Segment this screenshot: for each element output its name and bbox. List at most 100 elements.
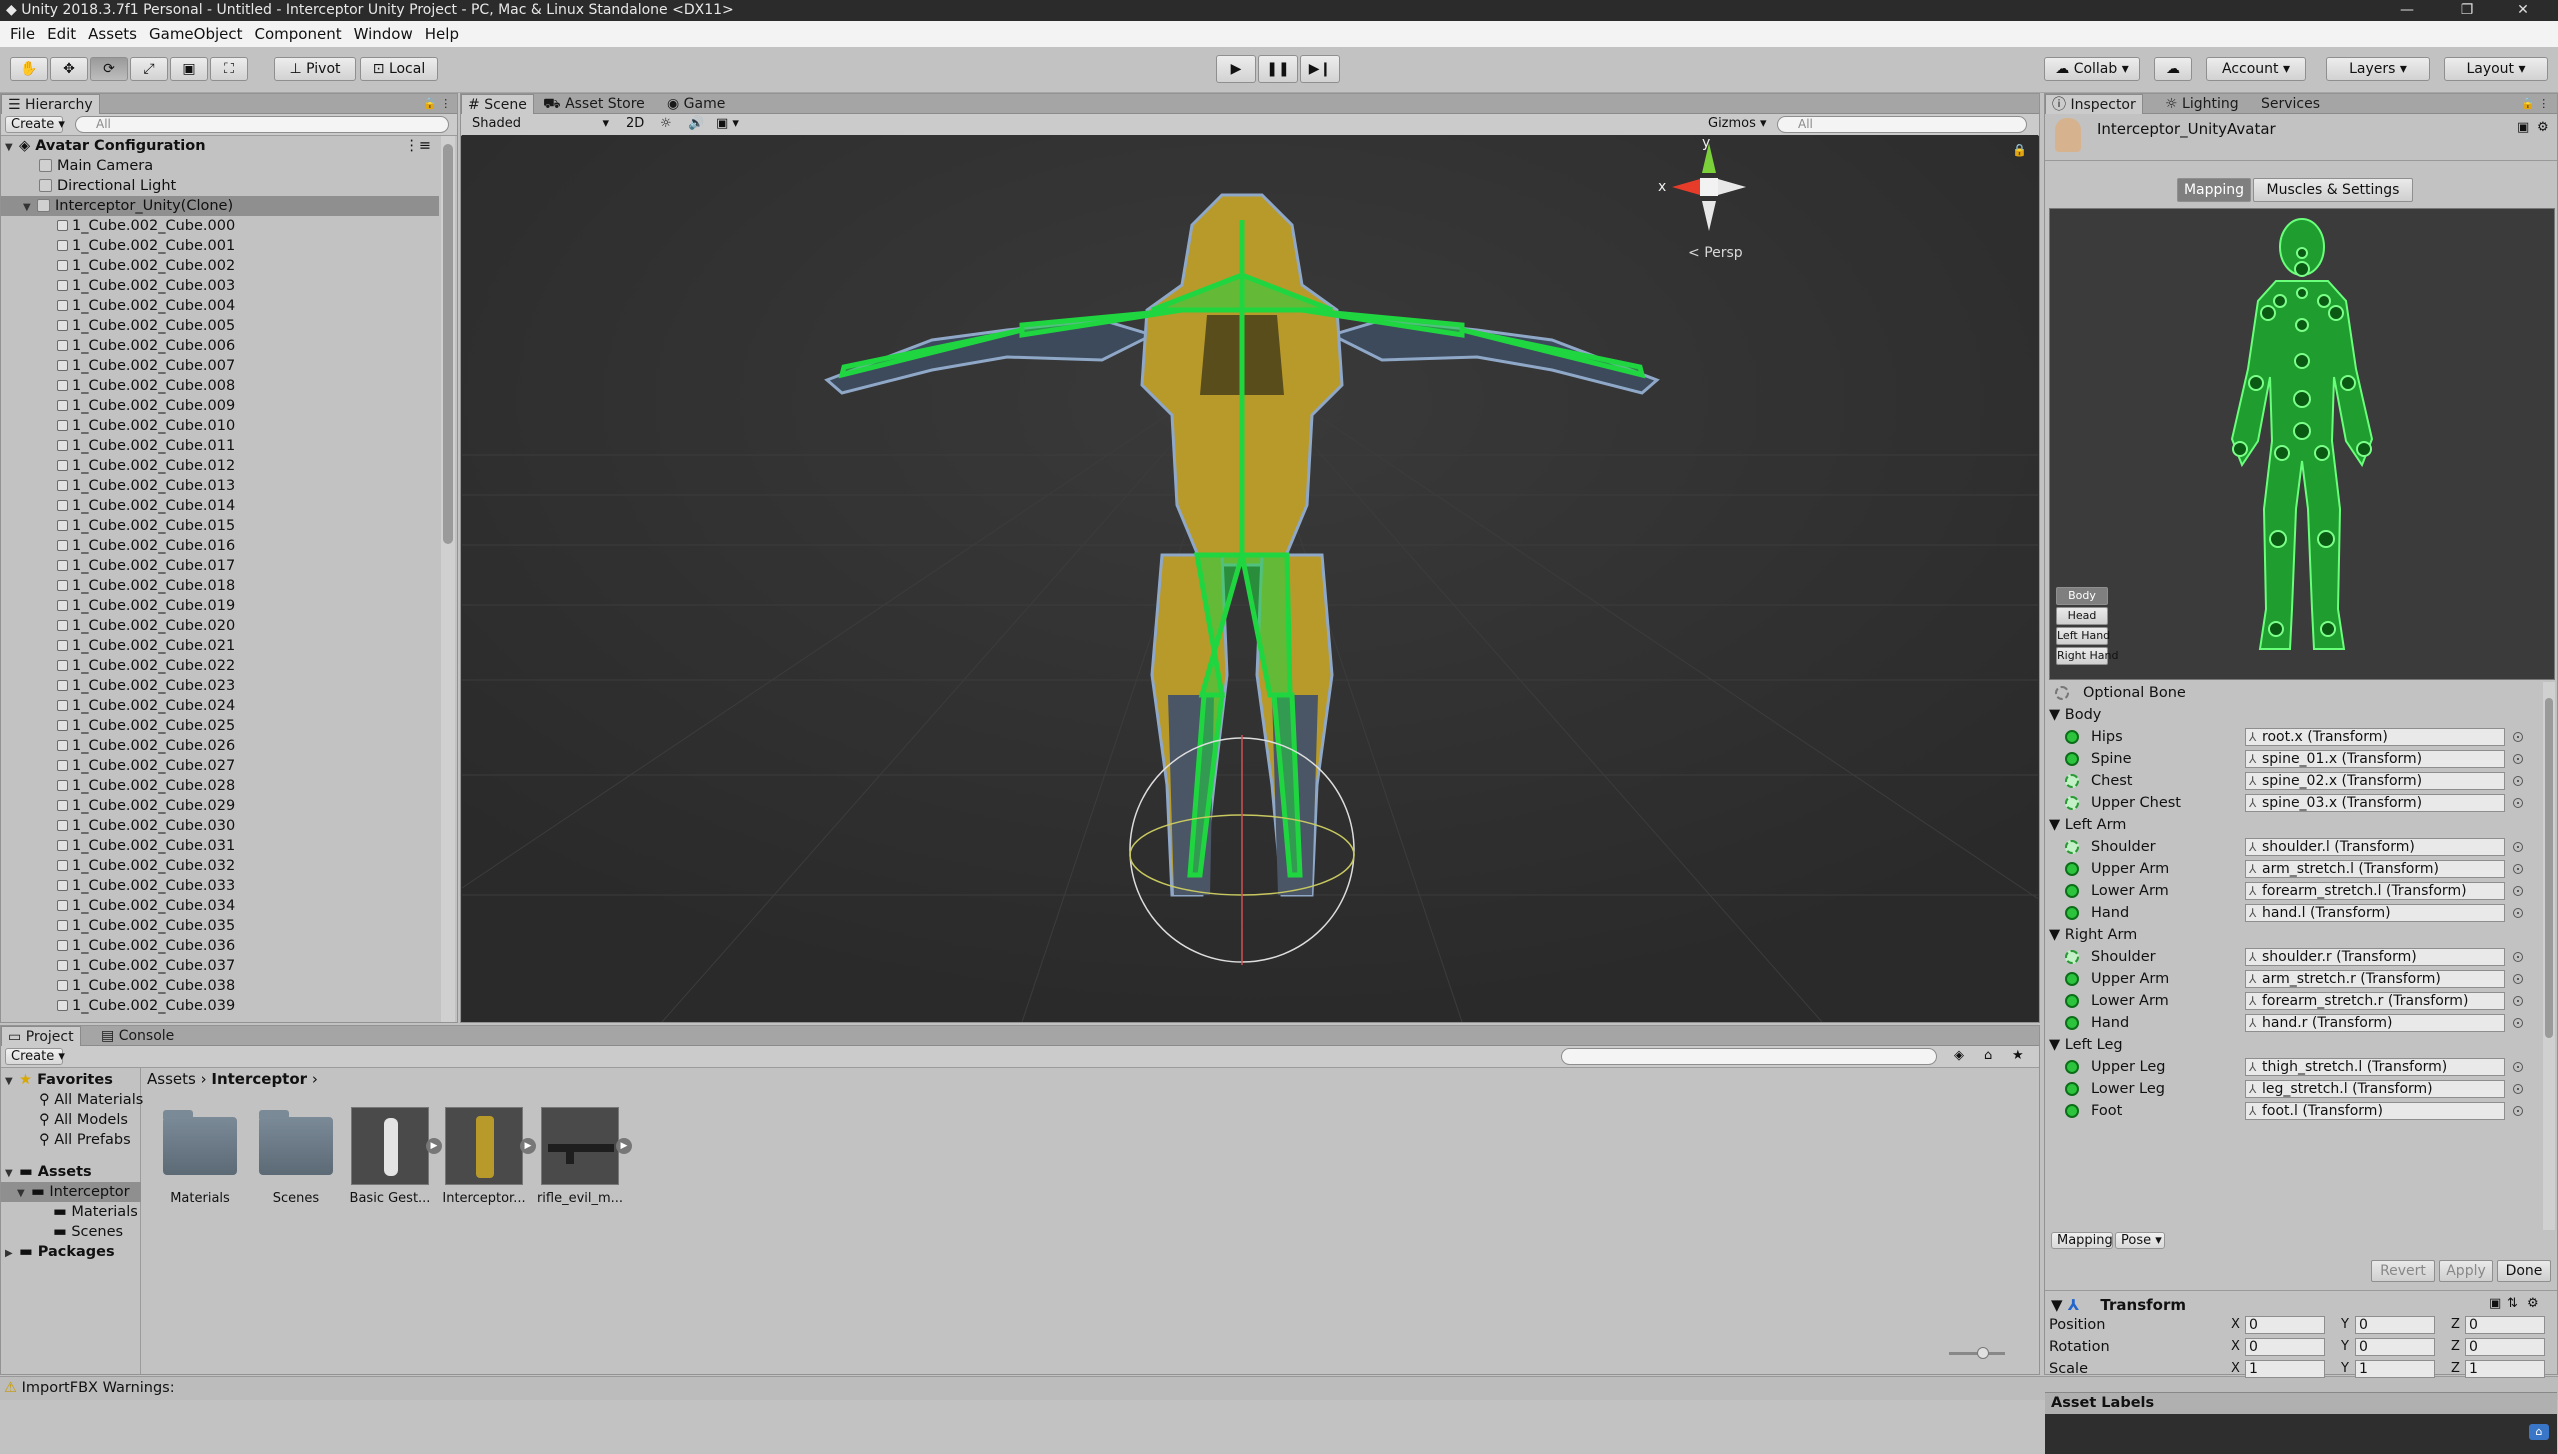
muscles-settings-tab[interactable]: Muscles & Settings xyxy=(2253,178,2413,202)
hierarchy-child-item[interactable]: 1_Cube.002_Cube.005 xyxy=(1,316,439,336)
axis-label-y[interactable]: Y xyxy=(2341,1339,2349,1354)
menu-help[interactable]: Help xyxy=(419,25,465,43)
menu-window[interactable]: Window xyxy=(348,25,419,43)
layers-dropdown[interactable]: Layers ▾ xyxy=(2326,57,2430,81)
bone-transform-field[interactable]: forearm_stretch.r (Transform) xyxy=(2245,992,2505,1010)
axis-label-x[interactable]: X xyxy=(2231,1317,2240,1332)
bone-transform-field[interactable]: shoulder.r (Transform) xyxy=(2245,948,2505,966)
hierarchy-scrollbar[interactable] xyxy=(441,136,455,1022)
tab-project[interactable]: ▭ Project xyxy=(1,1026,81,1046)
hierarchy-child-item[interactable]: 1_Cube.002_Cube.010 xyxy=(1,416,439,436)
required-bone-icon[interactable] xyxy=(2065,1060,2079,1074)
object-picker-icon[interactable] xyxy=(2513,842,2523,852)
object-picker-icon[interactable] xyxy=(2513,754,2523,764)
optional-bone-icon[interactable] xyxy=(2065,840,2079,854)
required-bone-icon[interactable] xyxy=(2065,884,2079,898)
hierarchy-child-item[interactable]: 1_Cube.002_Cube.008 xyxy=(1,376,439,396)
bone-transform-field[interactable]: spine_02.x (Transform) xyxy=(2245,772,2505,790)
filter-type-icon[interactable]: ◈ xyxy=(1949,1048,1973,1065)
cloud-icon[interactable]: ☁ xyxy=(2154,57,2192,81)
pause-button[interactable]: ❚❚ xyxy=(1258,55,1298,83)
hierarchy-child-item[interactable]: 1_Cube.002_Cube.018 xyxy=(1,576,439,596)
audio-toggle-icon[interactable]: 🔊 xyxy=(683,116,707,133)
panel-menu-icon[interactable]: 🔒 ⋮ xyxy=(417,94,457,114)
hierarchy-child-item[interactable]: 1_Cube.002_Cube.020 xyxy=(1,616,439,636)
bone-transform-field[interactable]: arm_stretch.r (Transform) xyxy=(2245,970,2505,988)
hierarchy-child-item[interactable]: 1_Cube.002_Cube.026 xyxy=(1,736,439,756)
transform-help-icon[interactable]: ▣ xyxy=(2489,1296,2501,1311)
tree-item[interactable]: ▬ Materials xyxy=(1,1202,138,1222)
required-bone-icon[interactable] xyxy=(2065,906,2079,920)
required-bone-icon[interactable] xyxy=(2065,862,2079,876)
account-dropdown[interactable]: Account ▾ xyxy=(2206,57,2306,81)
hierarchy-child-item[interactable]: 1_Cube.002_Cube.004 xyxy=(1,296,439,316)
hierarchy-child-item[interactable]: 1_Cube.002_Cube.003 xyxy=(1,276,439,296)
required-bone-icon[interactable] xyxy=(2065,994,2079,1008)
asset-item[interactable]: ▶ rifle_evil_m... xyxy=(536,1107,632,1206)
object-picker-icon[interactable] xyxy=(2513,776,2523,786)
transform-preset-icon[interactable]: ⇅ xyxy=(2507,1296,2518,1311)
hierarchy-child-item[interactable]: 1_Cube.002_Cube.023 xyxy=(1,676,439,696)
hierarchy-child-item[interactable]: 1_Cube.002_Cube.000 xyxy=(1,216,439,236)
apply-button[interactable]: Apply xyxy=(2439,1260,2493,1282)
tab-inspector[interactable]: ⓘ Inspector xyxy=(2045,94,2143,114)
asset-item[interactable]: ▶ Basic Gest... xyxy=(346,1107,442,1206)
asset-folder[interactable]: Materials xyxy=(156,1107,244,1206)
hierarchy-child-item[interactable]: 1_Cube.002_Cube.022 xyxy=(1,656,439,676)
bone-transform-field[interactable]: root.x (Transform) xyxy=(2245,728,2505,746)
scene-search-input[interactable]: All xyxy=(1777,116,2027,133)
transform-x-field[interactable]: 0 xyxy=(2245,1338,2325,1356)
hierarchy-child-item[interactable]: 1_Cube.002_Cube.034 xyxy=(1,896,439,916)
axis-label-y[interactable]: Y xyxy=(2341,1361,2349,1376)
optional-bone-icon[interactable] xyxy=(2065,774,2079,788)
hierarchy-child-item[interactable]: 1_Cube.002_Cube.030 xyxy=(1,816,439,836)
bone-section-header[interactable]: ▼ Left Leg xyxy=(2049,1034,2123,1056)
axis-label-x[interactable]: X xyxy=(2231,1361,2240,1376)
axis-label-y[interactable]: Y xyxy=(2341,1317,2349,1332)
bone-transform-field[interactable]: hand.r (Transform) xyxy=(2245,1014,2505,1032)
hierarchy-child-item[interactable]: 1_Cube.002_Cube.017 xyxy=(1,556,439,576)
help-icon[interactable]: ▣ xyxy=(2517,120,2529,135)
hierarchy-child-item[interactable]: 1_Cube.002_Cube.006 xyxy=(1,336,439,356)
scene-root[interactable]: ▼ ◈ Avatar Configuration ⋮≡ xyxy=(1,136,439,156)
menu-component[interactable]: Component xyxy=(249,25,348,43)
hand-tool-icon[interactable]: ✋ xyxy=(10,57,48,81)
bone-transform-field[interactable]: spine_03.x (Transform) xyxy=(2245,794,2505,812)
close-window-button[interactable]: ✕ xyxy=(2500,0,2546,21)
favorites-header[interactable]: ▼ ★ Favorites xyxy=(1,1070,113,1090)
bone-transform-field[interactable]: forearm_stretch.l (Transform) xyxy=(2245,882,2505,900)
maximize-button[interactable]: ❐ xyxy=(2444,0,2490,21)
tree-item[interactable]: ▬ Scenes xyxy=(1,1222,123,1242)
hierarchy-create-dropdown[interactable]: Create ▾ xyxy=(5,116,65,133)
gizmos-dropdown[interactable]: Gizmos ▾ xyxy=(1703,116,1767,133)
menu-edit[interactable]: Edit xyxy=(41,25,82,43)
hierarchy-child-item[interactable]: 1_Cube.002_Cube.031 xyxy=(1,836,439,856)
object-picker-icon[interactable] xyxy=(2513,732,2523,742)
hierarchy-child-item[interactable]: 1_Cube.002_Cube.025 xyxy=(1,716,439,736)
body-button[interactable]: Body xyxy=(2056,587,2108,605)
local-toggle[interactable]: ⊡ Local xyxy=(360,57,438,81)
collab-dropdown[interactable]: ☁ Collab ▾ xyxy=(2044,57,2140,81)
zoom-slider-thumb[interactable] xyxy=(1977,1347,1989,1359)
project-search-input[interactable] xyxy=(1561,1048,1937,1065)
transform-y-field[interactable]: 0 xyxy=(2355,1338,2435,1356)
hierarchy-child-item[interactable]: 1_Cube.002_Cube.016 xyxy=(1,536,439,556)
transform-z-field[interactable]: 0 xyxy=(2465,1338,2545,1356)
required-bone-icon[interactable] xyxy=(2065,1082,2079,1096)
tab-hierarchy[interactable]: ☰ Hierarchy xyxy=(1,94,100,114)
axis-label-z[interactable]: Z xyxy=(2451,1361,2460,1376)
transform-gear-icon[interactable]: ⚙ xyxy=(2527,1296,2539,1311)
object-picker-icon[interactable] xyxy=(2513,974,2523,984)
tab-asset-store[interactable]: ⛟ Asset Store xyxy=(537,94,651,114)
bone-section-header[interactable]: ▼ Body xyxy=(2049,704,2101,726)
hierarchy-child-item[interactable]: 1_Cube.002_Cube.001 xyxy=(1,236,439,256)
hierarchy-child-item[interactable]: 1_Cube.002_Cube.007 xyxy=(1,356,439,376)
shading-mode-dropdown[interactable]: Shaded ▾ xyxy=(467,116,613,133)
tab-game[interactable]: ◉ Game xyxy=(661,94,731,114)
bone-transform-field[interactable]: spine_01.x (Transform) xyxy=(2245,750,2505,768)
zoom-slider[interactable] xyxy=(1949,1347,2005,1359)
object-picker-icon[interactable] xyxy=(2513,886,2523,896)
optional-bone-icon[interactable] xyxy=(2065,950,2079,964)
breadcrumb-interceptor[interactable]: Interceptor xyxy=(211,1070,307,1088)
bone-transform-field[interactable]: thigh_stretch.l (Transform) xyxy=(2245,1058,2505,1076)
